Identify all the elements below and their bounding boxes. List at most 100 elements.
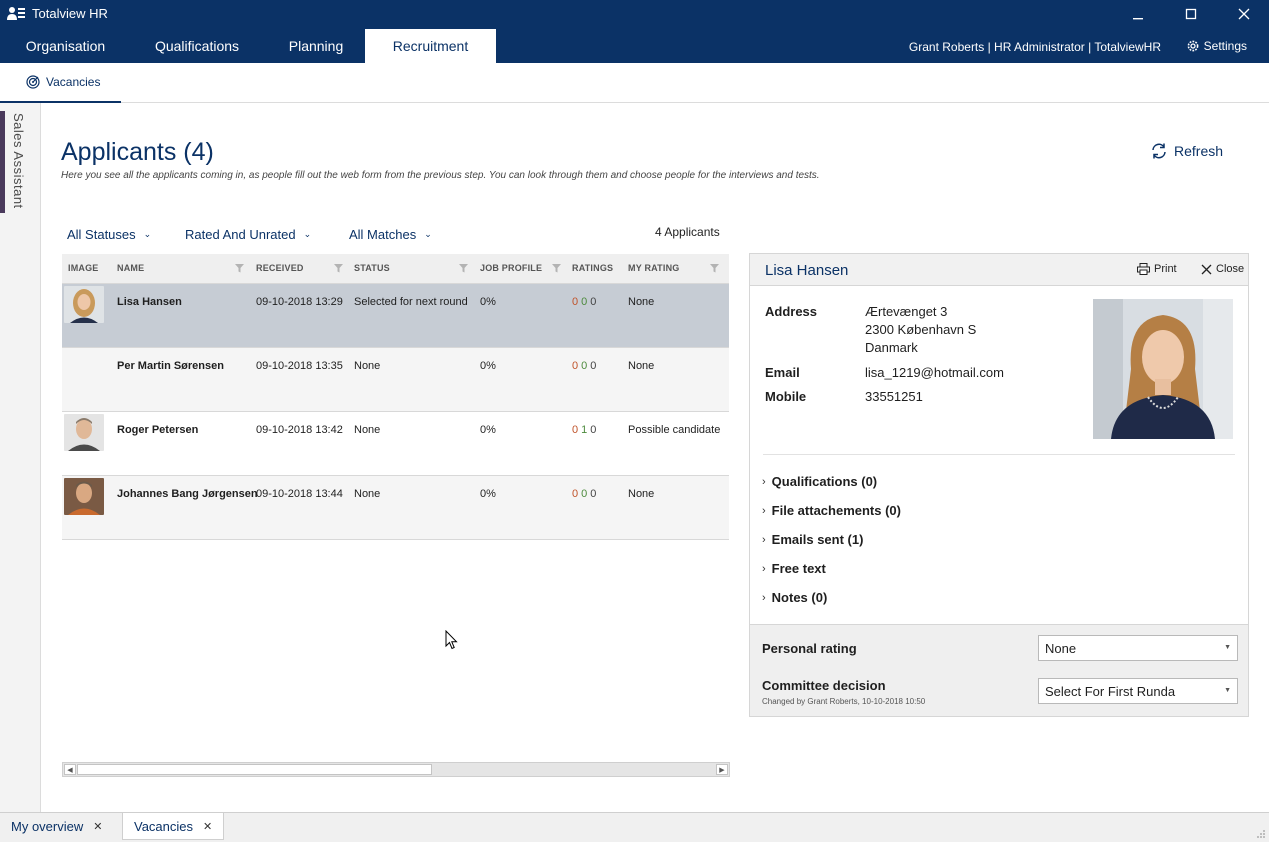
tab-vacancies[interactable]: Vacancies <box>0 63 121 103</box>
applicant-name: Roger Petersen <box>117 424 199 436</box>
tab-qualifications[interactable]: Qualifications <box>131 29 263 63</box>
caret-down-icon: ▼ <box>1224 687 1231 694</box>
print-label: Print <box>1154 263 1177 275</box>
minimize-button[interactable] <box>1118 0 1158 28</box>
print-button[interactable]: Print <box>1137 263 1177 275</box>
filter-icon[interactable] <box>334 264 343 273</box>
received-date: 09-10-2018 13:35 <box>256 360 343 372</box>
table-row[interactable]: Johannes Bang Jørgensen 09-10-2018 13:44… <box>62 476 729 540</box>
section-label: Notes (0) <box>771 590 828 605</box>
personal-rating-value: None <box>1045 641 1077 656</box>
page-subtitle: Here you see all the applicants coming i… <box>61 170 820 181</box>
decision-footer: Personal rating None ▼ Committee decisio… <box>750 624 1248 716</box>
applicant-photo <box>64 414 104 451</box>
col-received[interactable]: RECEIVED <box>256 263 304 273</box>
status-filter-label: All Statuses <box>67 227 136 242</box>
section-label: Free text <box>771 561 826 576</box>
chevron-down-icon: ⌄ <box>143 229 152 239</box>
applicant-detail-panel: Lisa Hansen Print Close Address Ærtevæng… <box>749 253 1249 717</box>
address-value: Ærtevænget 3 2300 København S Danmark <box>865 303 976 357</box>
ratings: 000 <box>572 360 597 372</box>
committee-decision-value: Select For First Runda <box>1045 684 1176 699</box>
mobile-value: 33551251 <box>865 389 923 404</box>
received-date: 09-10-2018 13:44 <box>256 488 343 500</box>
col-name[interactable]: NAME <box>117 263 144 273</box>
ratings: 000 <box>572 488 597 500</box>
applicant-count: 4 Applicants <box>655 225 720 239</box>
applicant-portrait <box>1093 299 1233 439</box>
title-bar: Totalview HR <box>0 0 1269 28</box>
col-ratings[interactable]: RATINGS <box>572 263 613 273</box>
refresh-icon <box>1152 143 1166 159</box>
applicant-name: Per Martin Sørensen <box>117 360 224 372</box>
mobile-label: Mobile <box>765 389 807 404</box>
bottom-tab-my-overview[interactable]: My overview ✕ <box>0 813 113 840</box>
tab-organisation[interactable]: Organisation <box>0 29 131 63</box>
applicant-name: Lisa Hansen <box>117 296 182 308</box>
matches-filter[interactable]: All Matches ⌄ <box>349 227 432 242</box>
applicant-name: Johannes Bang Jørgensen <box>117 488 258 500</box>
section-free-text[interactable]: › Free text <box>762 561 826 576</box>
chevron-right-icon: › <box>762 504 766 517</box>
section-notes[interactable]: › Notes (0) <box>762 590 827 605</box>
email-value[interactable]: lisa_1219@hotmail.com <box>865 364 1004 382</box>
resize-grip-icon[interactable] <box>1256 829 1266 839</box>
address-line: Ærtevænget 3 <box>865 304 948 319</box>
filter-icon[interactable] <box>710 264 719 273</box>
chevron-right-icon: › <box>762 591 766 604</box>
address-line: 2300 København S <box>865 322 977 337</box>
scroll-thumb[interactable] <box>77 764 432 775</box>
chevron-down-icon: ⌄ <box>424 229 432 239</box>
printer-icon <box>1137 263 1150 275</box>
chevron-down-icon: ⌄ <box>303 229 312 239</box>
job-profile-match: 0% <box>480 360 496 372</box>
rating-filter[interactable]: Rated And Unrated ⌄ <box>185 227 311 242</box>
committee-decision-select[interactable]: Select For First Runda ▼ <box>1038 678 1238 704</box>
minimize-icon <box>1133 18 1143 20</box>
main-nav: Organisation Qualifications Planning Rec… <box>0 28 1269 63</box>
col-image: IMAGE <box>68 263 99 273</box>
bottom-tab-vacancies[interactable]: Vacancies ✕ <box>122 813 225 840</box>
close-tab-icon[interactable]: ✕ <box>203 820 212 833</box>
section-qualifications[interactable]: › Qualifications (0) <box>762 474 877 489</box>
close-panel-button[interactable]: Close <box>1201 263 1244 275</box>
sidebar-item-sales-assistant[interactable]: Sales Assistant <box>11 113 26 209</box>
close-tab-icon[interactable]: ✕ <box>93 820 102 833</box>
table-row[interactable]: Per Martin Sørensen 09-10-2018 13:35 Non… <box>62 348 729 412</box>
scroll-left-button[interactable]: ◀ <box>64 764 76 775</box>
section-divider <box>763 454 1235 455</box>
filter-icon[interactable] <box>552 264 561 273</box>
tab-planning[interactable]: Planning <box>263 29 369 63</box>
email-label: Email <box>765 365 800 380</box>
section-label: Qualifications (0) <box>771 474 878 489</box>
section-emails-sent[interactable]: › Emails sent (1) <box>762 532 863 547</box>
status-filter[interactable]: All Statuses ⌄ <box>67 227 151 242</box>
table-row[interactable]: Roger Petersen 09-10-2018 13:42 None 0% … <box>62 412 729 476</box>
ratings: 000 <box>572 296 597 308</box>
horizontal-scrollbar[interactable]: ◀ ▶ <box>62 762 730 777</box>
section-file-attachments[interactable]: › File attachements (0) <box>762 503 901 518</box>
tab-recruitment[interactable]: Recruitment <box>365 29 496 63</box>
refresh-button[interactable]: Refresh <box>1150 142 1223 160</box>
settings-button[interactable]: Settings <box>1187 39 1247 53</box>
maximize-button[interactable] <box>1171 0 1211 28</box>
maximize-icon <box>1185 8 1197 20</box>
col-job-profile[interactable]: JOB PROFILE <box>480 263 542 273</box>
people-icon <box>7 7 25 20</box>
col-status[interactable]: STATUS <box>354 263 390 273</box>
table-row[interactable]: Lisa Hansen 09-10-2018 13:29 Selected fo… <box>62 284 729 348</box>
caret-down-icon: ▼ <box>1224 644 1231 651</box>
panel-header: Lisa Hansen Print Close <box>750 254 1248 286</box>
section-label: File attachements (0) <box>771 503 901 518</box>
filter-icon[interactable] <box>235 264 244 273</box>
close-window-button[interactable] <box>1224 0 1264 28</box>
filter-icon[interactable] <box>459 264 468 273</box>
col-my-rating[interactable]: MY RATING <box>628 263 679 273</box>
app-title: Totalview HR <box>32 6 108 21</box>
scroll-right-button[interactable]: ▶ <box>716 764 728 775</box>
mouse-cursor-icon <box>445 630 458 650</box>
job-profile-match: 0% <box>480 296 496 308</box>
close-icon <box>1238 8 1250 20</box>
personal-rating-select[interactable]: None ▼ <box>1038 635 1238 661</box>
address-line: Danmark <box>865 340 918 355</box>
